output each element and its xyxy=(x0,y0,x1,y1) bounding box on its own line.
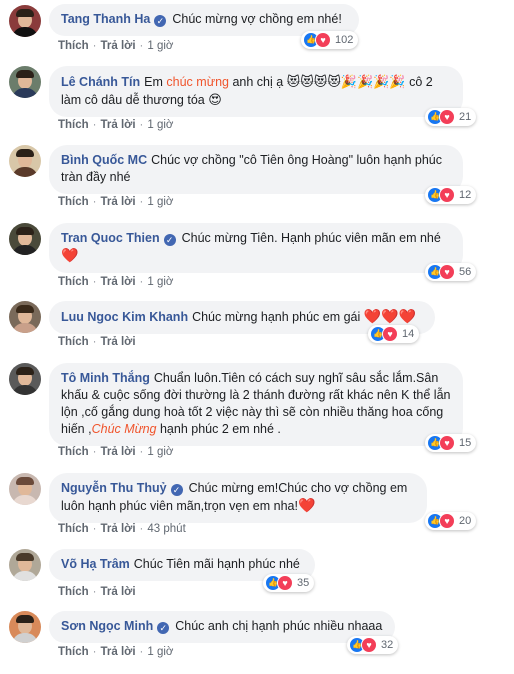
love-icon: ♥ xyxy=(361,637,377,653)
like-button[interactable]: Thích xyxy=(58,119,89,131)
like-button[interactable]: Thích xyxy=(58,523,89,535)
reply-button[interactable]: Trả lời xyxy=(101,40,136,52)
comment-actions: Thích · Trả lời xyxy=(58,336,136,348)
comment-actions: Thích · Trả lời · 1 giờ xyxy=(58,196,174,208)
love-icon: ♥ xyxy=(277,575,293,591)
avatar[interactable] xyxy=(9,473,41,505)
reaction-count[interactable]: 👍 ♥ 12 xyxy=(425,186,477,204)
commenter-name[interactable]: Tang Thanh Ha xyxy=(61,12,150,26)
reply-button[interactable]: Trả lời xyxy=(101,523,136,535)
reaction-count[interactable]: 👍 ♥ 56 xyxy=(425,263,477,281)
reply-button[interactable]: Trả lời xyxy=(101,646,136,658)
commenter-name[interactable]: Bình Quốc MC xyxy=(61,153,147,167)
avatar[interactable] xyxy=(9,66,41,98)
like-button[interactable]: Thích xyxy=(58,446,89,458)
love-icon: ♥ xyxy=(439,109,455,125)
comment-bubble: Sơn Ngọc Minh ✓ Chúc anh chị hạnh phúc nhi… xyxy=(49,611,395,643)
heart-emoji: ❤️ xyxy=(61,247,79,263)
comment-bubble: Tran Quoc Thien ✓ Chúc mừng Tiên. Hạnh phú… xyxy=(49,223,463,273)
comment-actions: Thích · Trả lời · 1 giờ xyxy=(58,119,174,131)
reply-button[interactable]: Trả lời xyxy=(101,586,136,598)
highlight-text: chúc mừng xyxy=(166,75,229,89)
reply-button[interactable]: Trả lời xyxy=(101,336,136,348)
comment-actions: Thích · Trả lời · 1 giờ xyxy=(58,40,174,52)
love-icon: ♥ xyxy=(315,32,331,48)
timestamp[interactable]: 1 giờ xyxy=(147,119,173,131)
commenter-name[interactable]: Võ Hạ Trâm xyxy=(61,557,130,571)
reaction-count[interactable]: 👍 ♥ 14 xyxy=(368,325,420,343)
commenter-name[interactable]: Lê Chánh Tín xyxy=(61,75,140,89)
timestamp[interactable]: 1 giờ xyxy=(147,646,173,658)
verified-badge-icon: ✓ xyxy=(154,15,167,27)
comment-bubble: Nguyễn Thu Thuỷ ✓ Chúc mừng em!Chúc cho vợ… xyxy=(49,473,427,523)
timestamp[interactable]: 43 phút xyxy=(147,523,185,535)
like-button[interactable]: Thích xyxy=(58,40,89,52)
commenter-name[interactable]: Nguyễn Thu Thuỷ xyxy=(61,481,167,495)
reply-button[interactable]: Trả lời xyxy=(101,446,136,458)
timestamp[interactable]: 1 giờ xyxy=(147,446,173,458)
avatar[interactable] xyxy=(9,223,41,255)
comment-actions: Thích · Trả lời · 43 phút xyxy=(58,523,186,535)
commenter-name[interactable]: Tô Minh Thắng xyxy=(61,371,150,385)
like-button[interactable]: Thích xyxy=(58,196,89,208)
comment-bubble: Bình Quốc MC Chúc vợ chồng "cô Tiên ông H… xyxy=(49,145,463,194)
comment-actions: Thích · Trả lời · 1 giờ xyxy=(58,276,174,288)
comment-bubble: Lê Chánh Tín Em chúc mừng anh chị ạ 😻😻😻😻🎉… xyxy=(49,66,463,117)
love-icon: ♥ xyxy=(439,435,455,451)
reply-button[interactable]: Trả lời xyxy=(101,119,136,131)
avatar[interactable] xyxy=(9,611,41,643)
love-icon: ♥ xyxy=(439,187,455,203)
timestamp[interactable]: 1 giờ xyxy=(147,276,173,288)
comment-actions: Thích · Trả lời · 1 giờ xyxy=(58,446,174,458)
verified-badge-icon: ✓ xyxy=(170,484,183,496)
emoji-group: 😻😻😻😻🎉🎉🎉🎉 xyxy=(286,74,406,89)
comment-text: Chúc mừng vợ chồng em nhé! xyxy=(172,12,342,26)
verified-badge-icon: ✓ xyxy=(157,622,170,634)
emoji: 😍 xyxy=(208,92,222,107)
reaction-count[interactable]: 👍 ♥ 35 xyxy=(263,574,315,592)
timestamp[interactable]: 1 giờ xyxy=(147,196,173,208)
like-button[interactable]: Thích xyxy=(58,646,89,658)
heart-emoji: ❤️ xyxy=(297,497,316,513)
avatar[interactable] xyxy=(9,549,41,581)
love-icon: ♥ xyxy=(382,326,398,342)
avatar[interactable] xyxy=(9,5,41,37)
avatar[interactable] xyxy=(9,145,41,177)
commenter-name[interactable]: Tran Quoc Thien xyxy=(61,231,160,245)
reaction-count[interactable]: 👍 ♥ 20 xyxy=(425,512,477,530)
like-button[interactable]: Thích xyxy=(58,336,89,348)
heart-emoji: ❤️❤️❤️ xyxy=(363,308,417,324)
comment-actions: Thích · Trả lời xyxy=(58,586,136,598)
avatar[interactable] xyxy=(9,363,41,395)
reaction-count[interactable]: 👍 ♥ 32 xyxy=(347,636,399,654)
commenter-name[interactable]: Sơn Ngọc Minh xyxy=(61,619,153,633)
reaction-count[interactable]: 👍 ♥ 21 xyxy=(425,108,477,126)
like-button[interactable]: Thích xyxy=(58,276,89,288)
reaction-count[interactable]: 👍 ♥ 102 xyxy=(301,31,359,49)
highlight-text: Chúc Mừng xyxy=(91,422,157,436)
love-icon: ♥ xyxy=(439,264,455,280)
avatar[interactable] xyxy=(9,301,41,333)
like-button[interactable]: Thích xyxy=(58,586,89,598)
love-icon: ♥ xyxy=(439,513,455,529)
verified-badge-icon: ✓ xyxy=(163,234,176,246)
timestamp[interactable]: 1 giờ xyxy=(147,40,173,52)
comment-actions: Thích · Trả lời · 1 giờ xyxy=(58,646,174,658)
comment-bubble: Tô Minh Thắng Chuẩn luôn.Tiên có cách suy… xyxy=(49,363,463,446)
reply-button[interactable]: Trả lời xyxy=(101,276,136,288)
reaction-count[interactable]: 👍 ♥ 15 xyxy=(425,434,477,452)
reply-button[interactable]: Trả lời xyxy=(101,196,136,208)
commenter-name[interactable]: Luu Ngoc Kim Khanh xyxy=(61,310,188,324)
